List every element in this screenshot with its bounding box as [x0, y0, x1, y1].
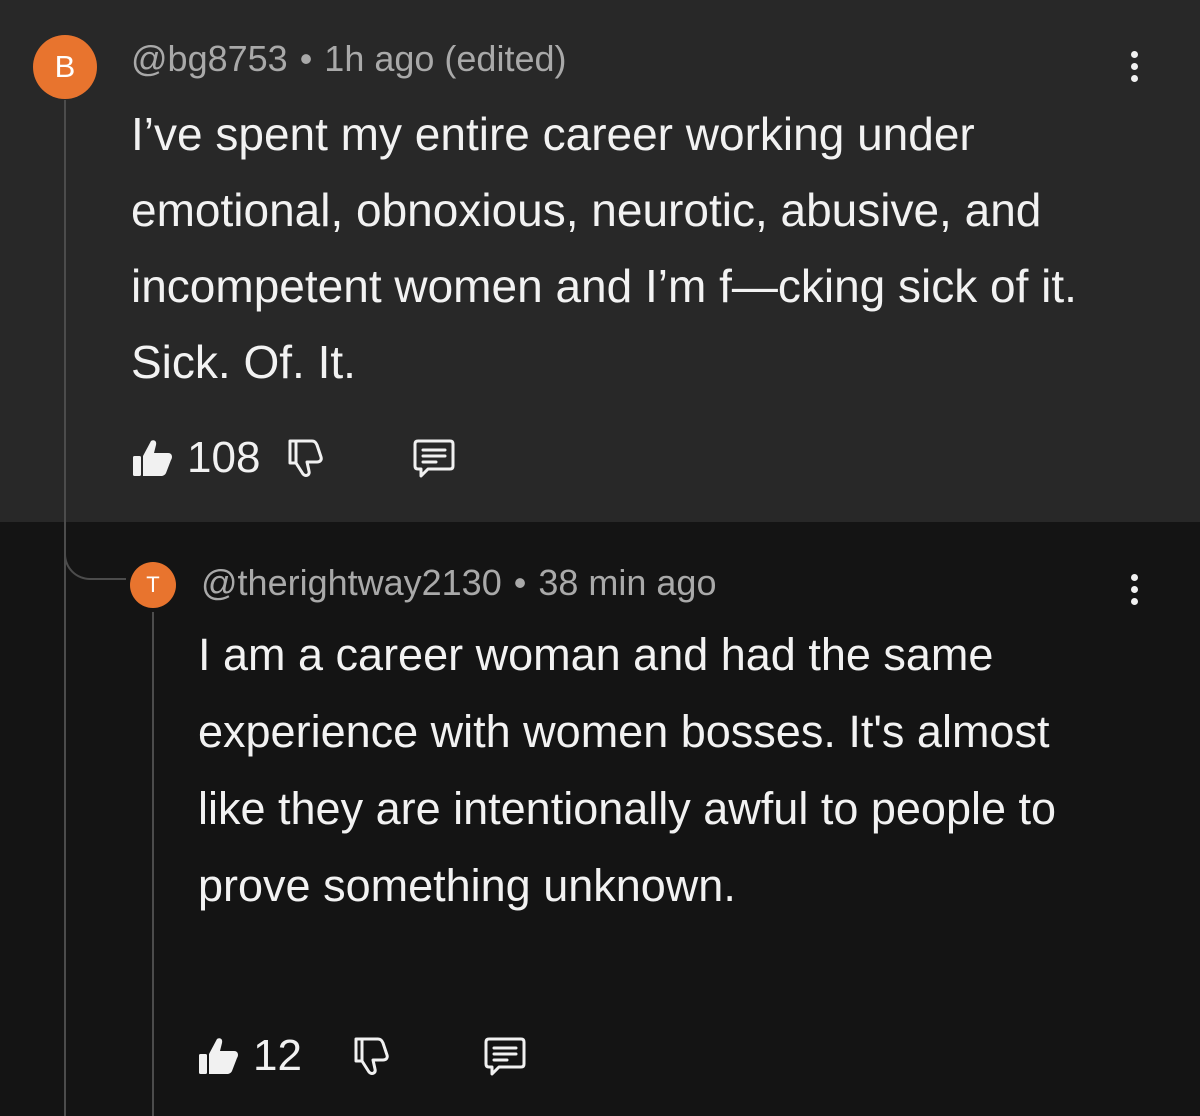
- thumbs-down-icon[interactable]: [350, 1035, 392, 1077]
- thumbs-down-icon[interactable]: [284, 437, 326, 479]
- avatar[interactable]: B: [33, 35, 97, 99]
- avatar-letter: T: [146, 572, 160, 597]
- username[interactable]: @bg8753: [131, 38, 288, 79]
- reply-comment-icon[interactable]: [412, 436, 456, 480]
- comment-reply: T @therightway2130 • 38 min ago I am a car…: [0, 522, 1200, 1116]
- timestamp: 38 min ago: [538, 562, 717, 603]
- more-vertical-icon[interactable]: [1119, 567, 1149, 611]
- comment-body: I’ve spent my entire career working unde…: [131, 108, 1077, 388]
- thread-line: [64, 522, 66, 1116]
- comment-body: I am a career woman and had the same exp…: [198, 629, 1057, 911]
- comment-parent: B @bg8753 • 1h ago (edited) I’ve spent my …: [0, 0, 1200, 522]
- thumbs-up-icon[interactable]: [131, 436, 175, 480]
- avatar-letter: B: [54, 49, 76, 84]
- thread-connector: [64, 522, 126, 580]
- like-count: 12: [253, 1031, 302, 1080]
- reply-thread-line: [152, 612, 154, 1116]
- comment-meta: @therightway2130 • 38 min ago: [201, 560, 716, 606]
- more-vertical-icon[interactable]: [1119, 44, 1149, 88]
- thread-line: [64, 100, 66, 522]
- meta-separator: •: [299, 38, 313, 79]
- comment-meta: @bg8753 • 1h ago (edited): [131, 36, 566, 82]
- username[interactable]: @therightway2130: [201, 562, 502, 603]
- like-count: 108: [187, 433, 261, 482]
- comment-actions: 12: [197, 1030, 527, 1082]
- reply-comment-icon[interactable]: [483, 1034, 527, 1078]
- avatar[interactable]: T: [130, 562, 176, 608]
- timestamp: 1h ago (edited): [324, 38, 567, 79]
- thumbs-up-icon[interactable]: [197, 1034, 241, 1078]
- meta-separator: •: [513, 562, 527, 603]
- comment-actions: 108: [131, 432, 456, 484]
